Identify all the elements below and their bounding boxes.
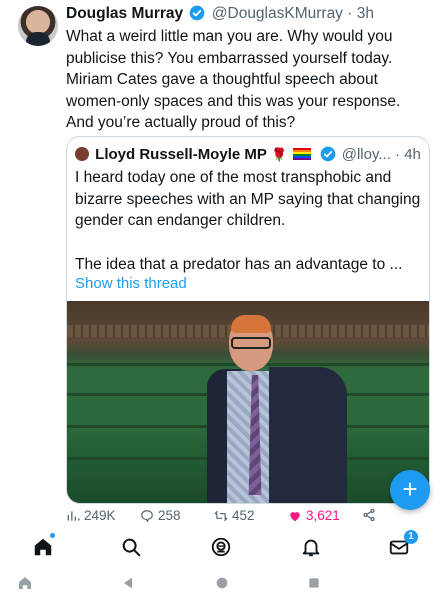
compose-button[interactable]: + [390,470,430,510]
quote-header: Lloyd Russell-Moyle MP 🌹 @lloy... · 4h [75,145,421,165]
like-count: 3,621 [306,508,340,523]
tweet[interactable]: Douglas Murray @DouglasKMurray · 3h What… [0,0,442,523]
plus-icon: + [402,474,418,504]
retweet-count: 452 [232,508,255,523]
share-action[interactable] [362,508,376,522]
home-icon [34,538,52,556]
author-handle-time: @DouglasKMurray · 3h [211,5,374,22]
verified-badge-icon [190,5,205,21]
rose-icon: 🌹 [271,147,288,162]
tab-messages[interactable]: 1 [386,530,418,560]
speaker-figure [207,315,347,503]
quoted-tweet[interactable]: Lloyd Russell-Moyle MP 🌹 @lloy... · 4h I… [66,136,430,504]
tweet-header: Douglas Murray @DouglasKMurray · 3h [66,4,374,24]
author-avatar[interactable] [18,6,58,46]
show-thread-link[interactable]: Show this thread [75,275,187,292]
jacket [269,367,347,503]
tab-home[interactable] [30,533,56,560]
recent-apps-icon[interactable] [16,574,34,592]
verified-badge-icon [320,146,335,162]
retweet-action[interactable]: 452 [214,508,255,523]
messages-badge: 1 [404,530,418,544]
tweet-actions: 249K 258 452 3,621 [66,508,436,528]
views-icon [67,510,80,521]
overview-icon[interactable] [306,574,322,592]
tab-spaces[interactable] [208,534,234,560]
glasses [231,337,271,349]
spaces-icon [211,537,231,557]
quote-paragraph: The idea that a predator has an advantag… [75,255,403,273]
quote-author-avatar[interactable] [75,147,89,161]
quote-handle-time: @lloy... · 4h [341,146,421,163]
android-nav-bar [0,566,442,600]
share-icon [363,508,375,522]
quote-author-name[interactable]: Lloyd Russell-Moyle MP [95,146,267,163]
heart-icon [290,511,300,521]
search-icon [122,538,141,557]
tab-notifications[interactable] [298,534,324,560]
back-icon[interactable] [120,574,136,592]
retweet-icon [214,510,228,521]
bottom-tab-bar: 1 [0,528,442,566]
views-action[interactable]: 249K [66,508,116,523]
tab-search[interactable] [118,534,144,560]
quote-video-still[interactable] [67,301,429,503]
reply-count: 258 [158,508,181,523]
reply-action[interactable]: 258 [140,508,181,523]
rainbow-flag-icon [293,148,312,160]
reply-icon [141,509,153,523]
author-name[interactable]: Douglas Murray [66,5,183,22]
home-circle-icon[interactable] [214,574,230,592]
views-count: 249K [84,508,116,523]
like-action[interactable]: 3,621 [288,508,340,523]
bell-icon [302,539,320,557]
home-new-dot [50,533,55,538]
tweet-text: What a weird little man you are. Why wou… [66,28,401,131]
hair [231,315,271,333]
quote-paragraph: I heard today one of the most transphobi… [75,169,421,229]
